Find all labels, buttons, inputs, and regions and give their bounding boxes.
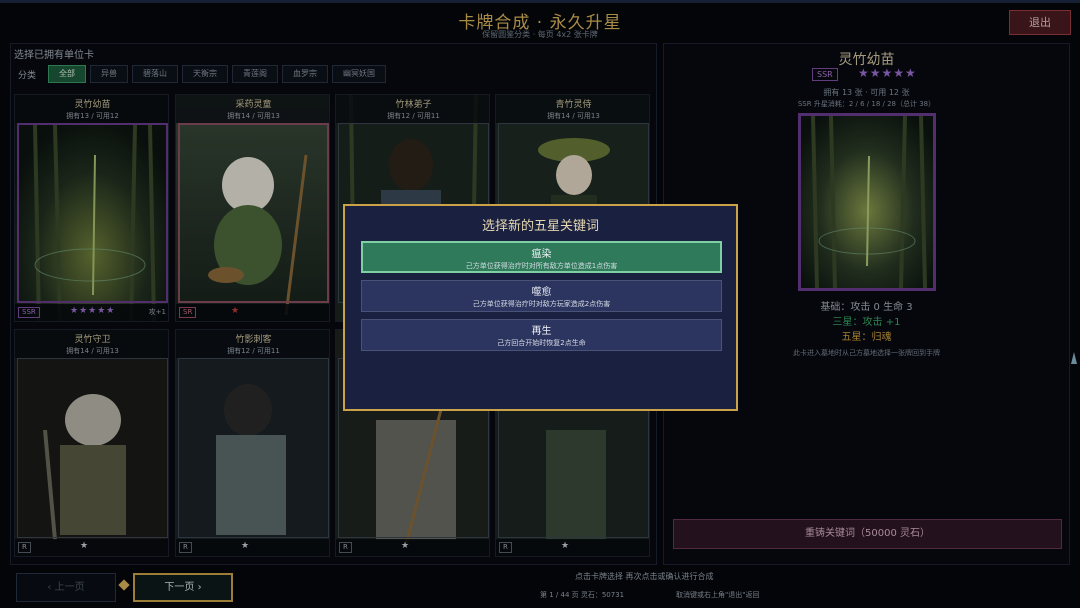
keyword-option-devour-heal[interactable]: 噬愈 己方单位获得治疗时对敌方玩家造成2点伤害: [361, 280, 722, 312]
option-name: 瘟染: [531, 249, 552, 260]
option-desc: 己方回合开始时恢复2点生命: [497, 339, 586, 347]
option-name: 噬愈: [531, 287, 552, 298]
option-name: 再生: [531, 326, 552, 337]
keyword-option-regenerate[interactable]: 再生 己方回合开始时恢复2点生命: [361, 319, 722, 351]
dialog-title: 选择新的五星关键词: [481, 219, 599, 234]
keyword-select-dialog: 选择新的五星关键词 瘟染 己方单位获得治疗时对所有敌方单位造成1点伤害 噬愈 己…: [343, 204, 738, 411]
option-desc: 己方单位获得治疗时对所有敌方单位造成1点伤害: [465, 262, 618, 270]
option-desc: 己方单位获得治疗时对敌方玩家造成2点伤害: [472, 300, 611, 308]
keyword-option-plague[interactable]: 瘟染 己方单位获得治疗时对所有敌方单位造成1点伤害: [361, 241, 722, 273]
